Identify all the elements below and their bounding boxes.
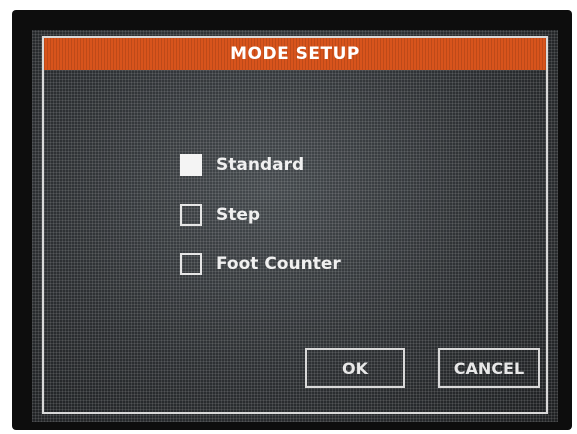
standard-checkbox[interactable] xyxy=(180,154,202,176)
option-step-label: Step xyxy=(216,205,261,225)
option-foot-counter-label: Foot Counter xyxy=(216,254,341,274)
lcd-screen: MODE SETUP Standard Step Foot Counter OK… xyxy=(32,30,558,422)
title-bar: MODE SETUP xyxy=(44,38,546,70)
option-standard-label: Standard xyxy=(216,155,305,175)
option-standard[interactable]: Standard xyxy=(180,151,304,179)
dialog-title: MODE SETUP xyxy=(230,44,360,64)
option-step[interactable]: Step xyxy=(180,201,260,229)
step-checkbox[interactable] xyxy=(180,204,202,226)
ok-button[interactable]: OK xyxy=(305,348,405,388)
photo-background: MODE SETUP Standard Step Foot Counter OK… xyxy=(0,0,577,434)
option-foot-counter[interactable]: Foot Counter xyxy=(180,250,341,278)
cancel-button[interactable]: CANCEL xyxy=(438,348,540,388)
foot-counter-checkbox[interactable] xyxy=(180,253,202,275)
